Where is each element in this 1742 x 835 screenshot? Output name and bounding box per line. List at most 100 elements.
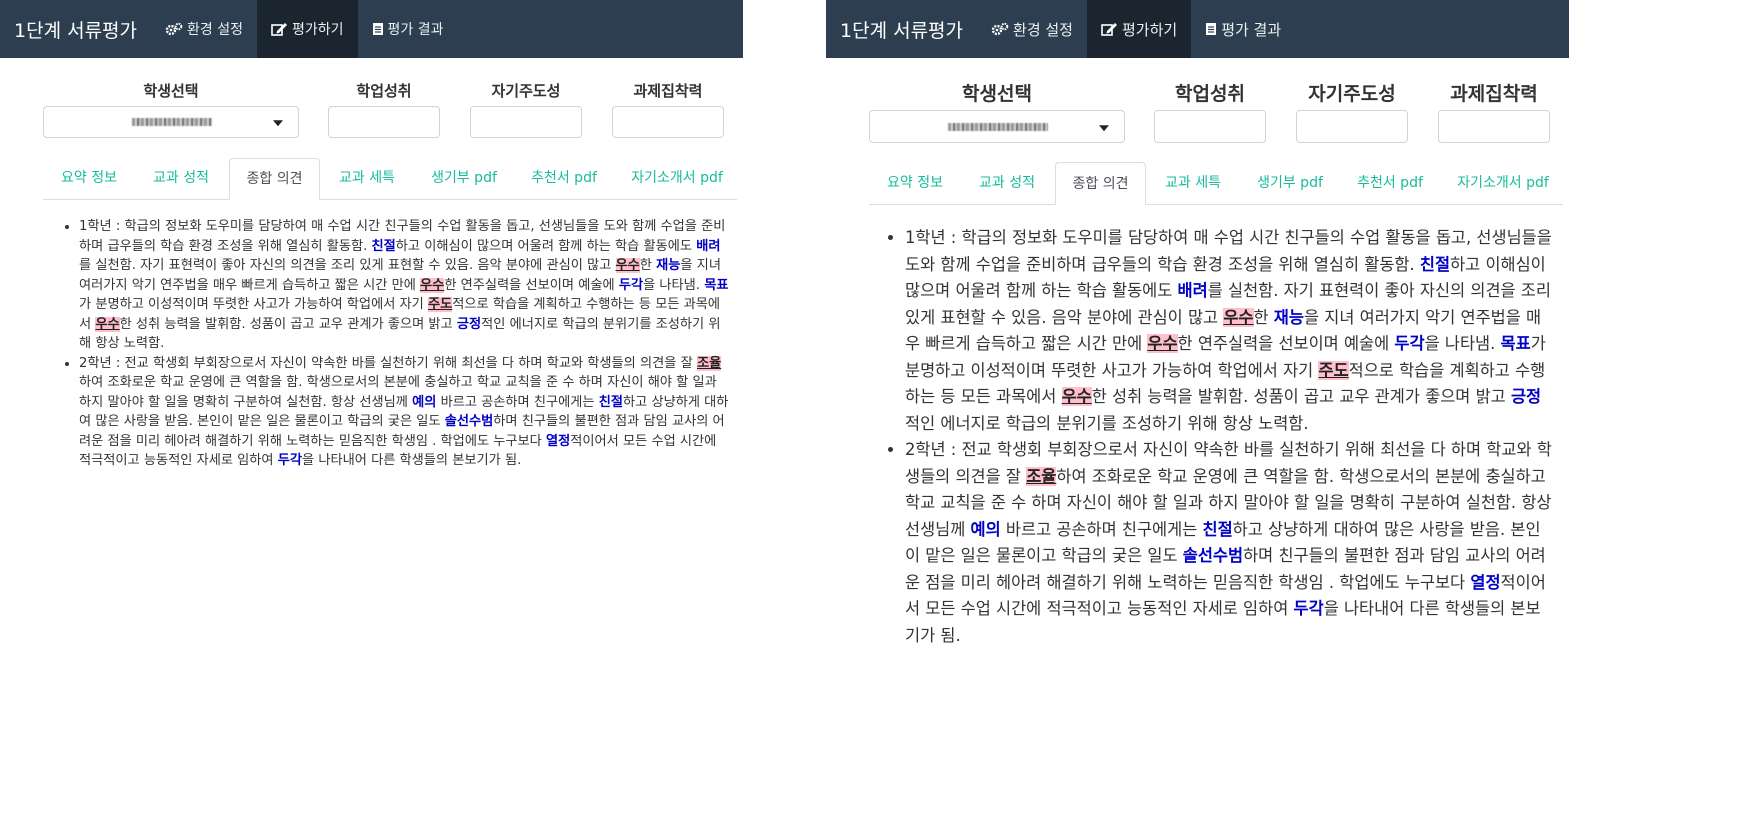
highlighted-term: 우수 xyxy=(1147,334,1178,353)
self-direction-input[interactable] xyxy=(1296,110,1408,143)
opinion-text: 한 연주실력을 선보이며 예술에 xyxy=(444,277,619,293)
opinion-text: 바르고 공손하며 친구에게는 xyxy=(436,394,599,410)
tab-summary[interactable]: 요약 정보 xyxy=(870,162,960,204)
navbar: 1단계 서류평가 환경 설정 평가하기 평가 결과 xyxy=(0,0,743,58)
keyword-term: 친절 xyxy=(1202,519,1233,539)
nav-evaluate[interactable]: 평가하기 xyxy=(1086,0,1192,58)
highlighted-term: 우수 xyxy=(1061,387,1092,406)
app-brand[interactable]: 1단계 서류평가 xyxy=(826,0,977,58)
opinion-content: 1학년 : 학급의 정보화 도우미를 담당하여 매 수업 시간 친구들의 수업 … xyxy=(57,217,729,471)
keyword-term: 예의 xyxy=(412,394,437,410)
gears-icon xyxy=(165,22,183,36)
academic-label: 학업성취 xyxy=(1175,83,1245,105)
nav-results[interactable]: 평가 결과 xyxy=(358,0,458,58)
academic-label: 학업성취 xyxy=(356,82,412,100)
tab-recommendation-pdf[interactable]: 추천서 pdf xyxy=(1341,162,1439,204)
left-panel: 1단계 서류평가 환경 설정 평가하기 평가 결과 학생선택 학업성취 자기주도… xyxy=(0,0,743,835)
keyword-term: 두각 xyxy=(618,277,644,293)
edit-icon xyxy=(271,23,287,36)
keyword-term: 재능 xyxy=(1273,307,1304,327)
highlighted-term: 우수 xyxy=(615,258,640,273)
keyword-term: 배려 xyxy=(696,238,721,254)
student-select-label: 학생선택 xyxy=(143,82,199,100)
nav-evaluate-label: 평가하기 xyxy=(1121,20,1178,39)
keyword-term: 두각 xyxy=(277,453,303,468)
highlighted-term: 조율 xyxy=(696,355,722,371)
nav-settings-label: 환경 설정 xyxy=(187,22,243,38)
nav-settings[interactable]: 환경 설정 xyxy=(151,0,257,58)
opinion-text: 한 xyxy=(639,258,657,273)
opinion-grade1: 1학년 : 학급의 정보화 도우미를 담당하여 매 수업 시간 친구들의 수업 … xyxy=(905,225,1555,437)
keyword-term: 긍정 xyxy=(456,316,482,332)
keyword-term: 목표 xyxy=(704,277,729,293)
keyword-term: 두각 xyxy=(1394,334,1425,353)
student-name-redacted xyxy=(132,118,212,126)
app-brand[interactable]: 1단계 서류평가 xyxy=(0,0,151,58)
opinion-content: 1학년 : 학급의 정보화 도우미를 담당하여 매 수업 시간 친구들의 수업 … xyxy=(883,225,1555,649)
document-icon xyxy=(372,23,383,35)
highlighted-term: 주도 xyxy=(427,297,453,312)
task-commitment-input[interactable] xyxy=(1438,110,1550,143)
self-direction-label: 자기주도성 xyxy=(491,82,561,100)
opinion-text: 를 실천함. 자기 표현력이 좋아 자신의 의견을 조리 있게 표현할 수 있음… xyxy=(79,258,616,273)
nav-settings[interactable]: 환경 설정 xyxy=(977,0,1087,58)
academic-input[interactable] xyxy=(1154,110,1266,143)
opinion-text: 가 분명하고 이성적이며 뚜렷한 사고가 가능하여 학업에서 자기 xyxy=(79,297,428,312)
tab-subject-details[interactable]: 교과 세특 xyxy=(322,158,412,199)
tab-overall-opinion[interactable]: 종합 의견 xyxy=(1055,162,1146,205)
task-commitment-input[interactable] xyxy=(612,106,724,138)
highlighted-term: 우수 xyxy=(95,316,120,332)
tab-recommendation-pdf[interactable]: 추천서 pdf xyxy=(515,158,613,199)
keyword-term: 목표 xyxy=(1500,334,1531,353)
academic-input[interactable] xyxy=(328,106,440,138)
opinion-text: 한 성취 능력을 발휘함. 성품이 곱고 교우 관계가 좋으며 밝고 xyxy=(1091,387,1511,406)
opinion-text: 을 나타냄. xyxy=(643,277,705,293)
opinion-grade1: 1학년 : 학급의 정보화 도우미를 담당하여 매 수업 시간 친구들의 수업 … xyxy=(79,217,729,354)
highlighted-term: 우수 xyxy=(420,277,445,293)
nav-results-label: 평가 결과 xyxy=(1221,20,1282,39)
keyword-term: 솔선수범 xyxy=(444,414,494,429)
tab-grades[interactable]: 교과 성적 xyxy=(962,162,1052,204)
tab-overall-opinion[interactable]: 종합 의견 xyxy=(229,158,320,200)
tab-self-intro-pdf[interactable]: 자기소개서 pdf xyxy=(617,158,737,199)
student-select[interactable] xyxy=(869,110,1125,143)
student-select-label: 학생선택 xyxy=(962,83,1032,105)
tab-summary[interactable]: 요약 정보 xyxy=(44,158,134,199)
opinion-text: 2학년 : 전교 학생회 부회장으로서 자신이 약속한 바를 실천하기 위해 최… xyxy=(79,355,697,371)
keyword-term: 친절 xyxy=(598,394,623,410)
highlighted-term: 주도 xyxy=(1318,360,1349,380)
keyword-term: 재능 xyxy=(656,258,681,273)
chevron-down-icon xyxy=(1099,124,1109,131)
right-panel: 1단계 서류평가 환경 설정 평가하기 평가 결과 학생선택 학업성취 자기주도… xyxy=(826,0,1742,835)
opinion-text: 한 연주실력을 선보이며 예술에 xyxy=(1177,334,1395,353)
opinion-text: 바르고 공손하며 친구에게는 xyxy=(1000,519,1203,539)
document-icon xyxy=(1206,23,1217,35)
student-name-redacted xyxy=(948,122,1048,131)
highlighted-term: 조율 xyxy=(1026,466,1057,486)
keyword-term: 두각 xyxy=(1293,599,1324,618)
keyword-term: 친절 xyxy=(371,238,396,254)
nav-evaluate[interactable]: 평가하기 xyxy=(257,0,358,58)
edit-icon xyxy=(1101,23,1117,36)
keyword-term: 친절 xyxy=(1419,254,1451,274)
opinion-text: 을 나타냄. xyxy=(1424,334,1501,353)
student-select[interactable] xyxy=(43,106,299,138)
keyword-term: 긍정 xyxy=(1510,387,1542,406)
self-direction-label: 자기주도성 xyxy=(1308,83,1396,105)
tab-self-intro-pdf[interactable]: 자기소개서 pdf xyxy=(1443,162,1563,204)
tab-subject-details[interactable]: 교과 세특 xyxy=(1148,162,1238,204)
tab-grades[interactable]: 교과 성적 xyxy=(136,158,226,199)
self-direction-input[interactable] xyxy=(470,106,582,138)
keyword-term: 배려 xyxy=(1177,281,1208,300)
gears-icon xyxy=(991,22,1009,36)
opinion-text: 한 성취 능력을 발휘함. 성품이 곱고 교우 관계가 좋으며 밝고 xyxy=(119,316,457,332)
chevron-down-icon xyxy=(273,120,283,127)
opinion-text: 한 xyxy=(1253,307,1274,327)
nav-results[interactable]: 평가 결과 xyxy=(1191,0,1295,58)
tab-record-pdf[interactable]: 생기부 pdf xyxy=(416,158,512,199)
nav-settings-label: 환경 설정 xyxy=(1013,20,1073,39)
keyword-term: 열정 xyxy=(546,433,571,449)
opinion-grade2: 2학년 : 전교 학생회 부회장으로서 자신이 약속한 바를 실천하기 위해 최… xyxy=(79,354,729,471)
tab-record-pdf[interactable]: 생기부 pdf xyxy=(1242,162,1338,204)
task-commitment-label: 과제집착력 xyxy=(1450,83,1538,105)
